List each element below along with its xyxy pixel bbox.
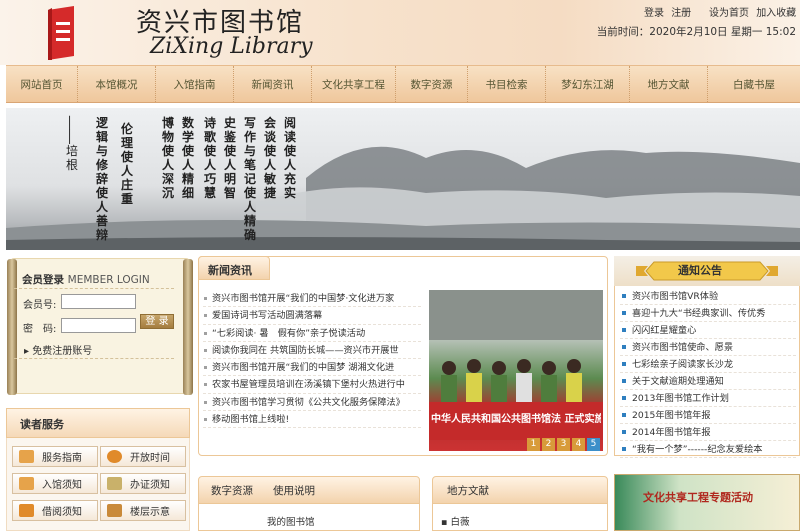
notice-item[interactable]: 闪闪红星耀童心 xyxy=(620,322,796,339)
library-logo-icon xyxy=(48,6,74,60)
nav-guide[interactable]: 入馆指南 xyxy=(156,66,234,102)
local-documents-header: 地方文献 xyxy=(432,476,608,504)
poem-author: │ │ 培根 xyxy=(66,116,79,172)
poem-line: 写作与笔记使人精确 xyxy=(244,116,257,242)
building-icon xyxy=(107,504,122,517)
scroll-left-decoration xyxy=(7,259,17,395)
account-links: 登录 注册 xyxy=(640,4,691,19)
nav-home[interactable]: 网站首页 xyxy=(6,66,78,102)
add-favorite-link[interactable]: 加入收藏 xyxy=(756,8,796,19)
poem-line: 诗歌使人巧慧 xyxy=(204,116,217,200)
slide-page-5[interactable]: 5 xyxy=(587,438,600,451)
nav-baizang-bookhouse[interactable]: 白藏书屋 xyxy=(708,66,800,102)
header: 资兴市图书馆 ZiXing Library 登录 注册 设为首页 加入收藏 当前… xyxy=(0,0,800,65)
news-item[interactable]: “七彩阅读· 暑 假有你”亲子悦读活动 xyxy=(203,325,421,342)
register-link[interactable]: 注册 xyxy=(671,8,691,19)
login-title: 会员登录 MEMBER LOGIN xyxy=(22,274,150,286)
entry-notice-button[interactable]: 入馆须知 xyxy=(12,473,98,494)
member-id-label: 会员号: xyxy=(23,300,57,311)
slide-page-4[interactable]: 4 xyxy=(572,438,585,451)
news-title: 新闻资讯 xyxy=(208,264,252,277)
notice-item[interactable]: 2015年图书馆年报 xyxy=(620,407,796,424)
slide-page-1[interactable]: 1 xyxy=(527,438,540,451)
culture-share-banner-text: 文化共享工程专题活动 xyxy=(643,491,753,504)
notice-item[interactable]: 七彩绘亲子阅读家长沙龙 xyxy=(620,356,796,373)
digital-resources-body: 我的图书馆 xyxy=(198,504,420,531)
notice-list: 资兴市图书馆VR体验 喜迎十九大“书经典家训、传优秀 闪闪红星耀童心 资兴市图书… xyxy=(620,288,796,458)
borrow-notice-button[interactable]: 借阅须知 xyxy=(12,500,98,521)
news-photo[interactable]: 中华人民共和国公共图书馆法 正式实施 xyxy=(429,290,603,451)
floor-map-button[interactable]: 楼层示意 xyxy=(100,500,186,521)
poem-line: 史鉴使人明智 xyxy=(224,116,237,200)
photo-banner-text: 中华人民共和国公共图书馆法 正式实施 xyxy=(431,414,601,425)
scroll-right-decoration xyxy=(183,259,193,395)
digital-resources-header: 数字资源 使用说明 xyxy=(198,476,420,504)
power-icon xyxy=(107,450,122,463)
current-datetime: 当前时间：2020年2月10日 星期一 15:02 xyxy=(596,26,796,38)
poem-line: 博物使人深沉 xyxy=(162,116,175,200)
member-id-input[interactable] xyxy=(61,294,136,309)
notice-item[interactable]: 喜迎十九大“书经典家训、传优秀 xyxy=(620,305,796,322)
logo-english-name: ZiXing Library xyxy=(150,34,313,59)
poem-line: 会谈使人敏捷 xyxy=(264,116,277,200)
entry-arrow-icon xyxy=(19,477,34,490)
hero-banner: 阅读使人充实 会谈使人敏捷 写作与笔记使人精确 史鉴使人明智 诗歌使人巧慧 数学… xyxy=(6,108,800,250)
nav-local-documents[interactable]: 地方文献 xyxy=(630,66,708,102)
poem-line: 逻辑与修辞使人善辩 xyxy=(96,116,109,242)
poem-line: 伦理使人庄重 xyxy=(121,122,134,206)
digital-resources-title: 数字资源 xyxy=(211,484,253,497)
notice-item[interactable]: 2014年图书馆年报 xyxy=(620,424,796,441)
register-account-link[interactable]: ▸ 免费注册账号 xyxy=(24,342,92,357)
opening-hours-button[interactable]: 开放时间 xyxy=(100,446,186,467)
news-list: 资兴市图书馆开展“我们的中国梦·文化进万家 爱国诗词书写活动圆满落幕 “七彩阅读… xyxy=(203,290,421,429)
news-item[interactable]: 爱国诗词书写活动圆满落幕 xyxy=(203,307,421,325)
nav-about[interactable]: 本馆概况 xyxy=(78,66,156,102)
nav-news[interactable]: 新闻资讯 xyxy=(234,66,312,102)
password-input[interactable] xyxy=(61,318,136,333)
login-button[interactable]: 登 录 xyxy=(140,314,174,329)
nav-dongjiang-lake[interactable]: 梦幻东江湖 xyxy=(546,66,630,102)
news-photo-image xyxy=(429,290,603,440)
set-homepage-link[interactable]: 设为首页 xyxy=(709,8,749,19)
divider xyxy=(14,288,174,289)
nav-culture-share[interactable]: 文化共享工程 xyxy=(312,66,396,102)
notice-title: 通知公告 xyxy=(678,264,722,277)
local-document-item[interactable]: ▪ 白薇 xyxy=(441,514,469,528)
poem-line: 数学使人精细 xyxy=(182,116,195,200)
service-guide-button[interactable]: 服务指南 xyxy=(12,446,98,467)
password-label: 密 码: xyxy=(23,324,57,335)
news-item[interactable]: 阅读你我同在 共筑国防长城——资兴市开展世 xyxy=(203,342,421,360)
reader-services-title: 读者服务 xyxy=(20,418,64,431)
monitor-icon xyxy=(19,450,34,463)
news-item[interactable]: 资兴市图书馆开展“我们的中国梦 湖湘文化进 xyxy=(203,359,421,377)
poem-line: 阅读使人充实 xyxy=(284,116,297,200)
main-nav: 网站首页 本馆概况 入馆指南 新闻资讯 文化共享工程 数字资源 书目检索 梦幻东… xyxy=(6,65,800,103)
my-library-link[interactable]: 我的图书馆 xyxy=(267,514,315,528)
slide-page-2[interactable]: 2 xyxy=(542,438,555,451)
site-links: 设为首页 加入收藏 xyxy=(705,4,796,19)
culture-share-banner[interactable]: 文化共享工程专题活动 xyxy=(614,474,800,531)
local-documents-title: 地方文献 xyxy=(447,484,489,497)
nav-catalog-search[interactable]: 书目检索 xyxy=(468,66,546,102)
card-notice-button[interactable]: 办证须知 xyxy=(100,473,186,494)
notice-item[interactable]: 2013年图书馆工作计划 xyxy=(620,390,796,407)
card-icon xyxy=(107,477,122,490)
news-item[interactable]: 资兴市图书馆学习贯彻《公共文化服务保障法》 xyxy=(203,394,421,412)
notice-item[interactable]: 资兴市图书馆VR体验 xyxy=(620,288,796,305)
notice-item[interactable]: 关于文献逾期处理通知 xyxy=(620,373,796,390)
printer-icon xyxy=(19,504,34,517)
news-item[interactable]: 资兴市图书馆开展“我们的中国梦·文化进万家 xyxy=(203,290,421,308)
divider xyxy=(14,358,174,359)
news-item[interactable]: 移动图书馆上线啦! xyxy=(203,411,421,429)
login-link[interactable]: 登录 xyxy=(644,8,664,19)
usage-instructions-link[interactable]: 使用说明 xyxy=(273,483,315,498)
local-documents-body: ▪ 白薇 xyxy=(432,504,608,531)
news-item[interactable]: 农家书屋管理员培训在汤溪镇下堡村火热进行中 xyxy=(203,376,421,394)
notice-item[interactable]: 资兴市图书馆使命、愿景 xyxy=(620,339,796,356)
notice-item[interactable]: “我有一个梦”------纪念友爱绘本 xyxy=(620,441,796,458)
slide-page-3[interactable]: 3 xyxy=(557,438,570,451)
nav-digital-resources[interactable]: 数字资源 xyxy=(396,66,468,102)
